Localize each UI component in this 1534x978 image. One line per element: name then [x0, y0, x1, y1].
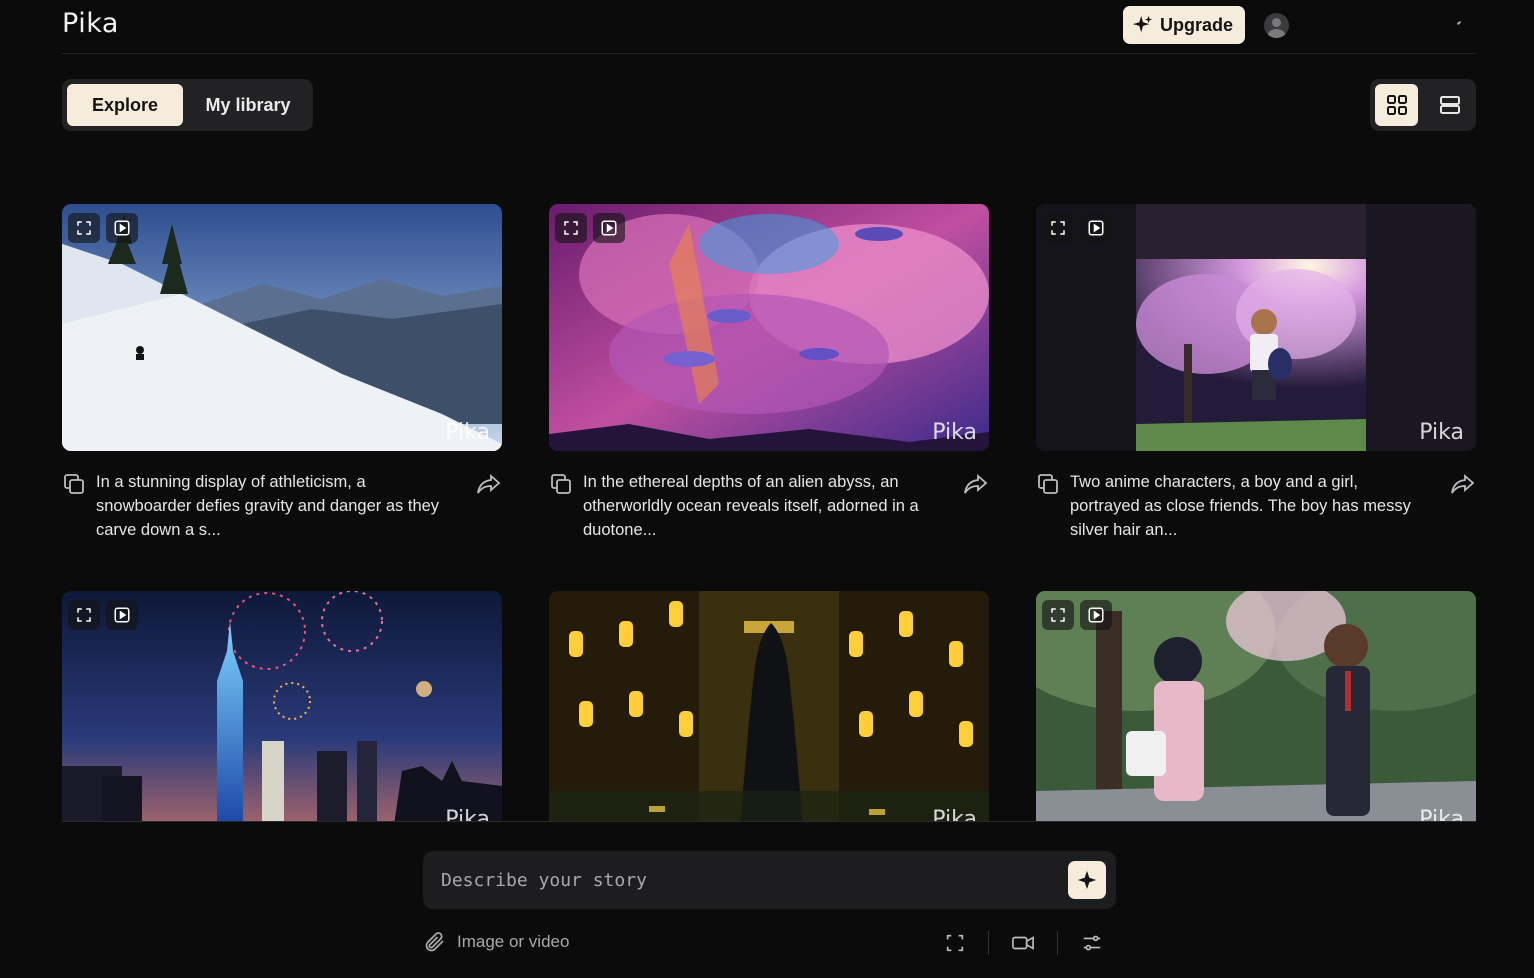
composer-divider: [62, 821, 1476, 822]
video-camera-icon: [1012, 936, 1034, 950]
expand-button[interactable]: [68, 600, 100, 630]
copy-prompt-button[interactable]: [1036, 472, 1060, 501]
sparkle-icon: [1132, 15, 1153, 33]
expand-icon: [77, 608, 91, 622]
tab-explore[interactable]: Explore: [67, 84, 183, 126]
pika-watermark: Pika: [1419, 420, 1464, 445]
play-icon: [601, 220, 617, 236]
play-icon: [114, 220, 130, 236]
expand-button[interactable]: [1042, 213, 1074, 243]
sliders-icon: [1083, 935, 1101, 951]
video-thumbnail[interactable]: Pika: [62, 204, 502, 451]
video-thumbnail[interactable]: Pika: [549, 591, 989, 838]
expand-icon: [1051, 221, 1065, 235]
header-divider: [62, 53, 1476, 54]
share-button[interactable]: [476, 472, 502, 501]
attach-label: Image or video: [457, 932, 570, 951]
toolbar-divider: [1057, 931, 1058, 955]
video-thumbnail[interactable]: Pika: [62, 591, 502, 838]
expand-button[interactable]: [555, 213, 587, 243]
aspect-ratio-button[interactable]: [942, 930, 968, 956]
copy-icon: [64, 474, 84, 494]
play-button[interactable]: [1080, 600, 1112, 630]
grid-view-button[interactable]: [1375, 84, 1418, 126]
play-icon: [114, 607, 130, 623]
grid-icon: [1386, 95, 1407, 115]
share-icon: [964, 474, 988, 494]
share-icon: [477, 474, 501, 494]
expand-icon: [77, 221, 91, 235]
expand-icon: [564, 221, 578, 235]
rows-icon: [1439, 96, 1460, 114]
video-caption: In the ethereal depths of an alien abyss…: [583, 473, 919, 539]
upgrade-button[interactable]: Upgrade: [1123, 6, 1245, 44]
play-button[interactable]: [106, 213, 138, 243]
story-input[interactable]: [441, 865, 1041, 895]
paperclip-icon: [425, 932, 444, 952]
play-button[interactable]: [593, 213, 625, 243]
video-mode-button[interactable]: [1010, 930, 1036, 956]
tab-my-library[interactable]: My library: [188, 84, 308, 126]
play-icon: [1088, 607, 1104, 623]
pika-logo[interactable]: Pika: [62, 8, 119, 39]
copy-icon: [1038, 474, 1058, 494]
sparkle-icon: [1077, 870, 1097, 890]
copy-prompt-button[interactable]: [62, 472, 86, 501]
attach-media-button[interactable]: Image or video: [423, 930, 569, 954]
share-icon: [1451, 474, 1475, 494]
crop-frame-icon: [946, 934, 964, 952]
video-thumbnail[interactable]: Pika: [1036, 204, 1476, 451]
generate-button[interactable]: [1068, 861, 1106, 899]
pika-watermark: Pika: [932, 420, 977, 445]
menu-mark: [1456, 20, 1462, 26]
prompt-box: [423, 851, 1116, 909]
video-thumbnail[interactable]: Pika: [1036, 591, 1476, 838]
expand-icon: [1051, 608, 1065, 622]
list-view-button[interactable]: [1428, 84, 1471, 126]
video-caption: Two anime characters, a boy and a girl, …: [1070, 473, 1411, 539]
avatar[interactable]: [1264, 13, 1289, 38]
expand-button[interactable]: [1042, 600, 1074, 630]
copy-icon: [551, 474, 571, 494]
play-button[interactable]: [1080, 213, 1112, 243]
play-button[interactable]: [106, 600, 138, 630]
library-tabs: Explore My library: [62, 79, 313, 131]
video-caption: In a stunning display of athleticism, a …: [96, 473, 440, 539]
play-icon: [1088, 220, 1104, 236]
toolbar-divider: [988, 931, 989, 955]
copy-prompt-button[interactable]: [549, 472, 573, 501]
share-button[interactable]: [963, 472, 989, 501]
expand-button[interactable]: [68, 213, 100, 243]
pika-watermark: Pika: [445, 420, 490, 445]
settings-button[interactable]: [1079, 930, 1105, 956]
video-thumbnail[interactable]: Pika: [549, 204, 989, 451]
view-toggle: [1370, 79, 1476, 131]
share-button[interactable]: [1450, 472, 1476, 501]
upgrade-label: Upgrade: [1160, 14, 1234, 35]
